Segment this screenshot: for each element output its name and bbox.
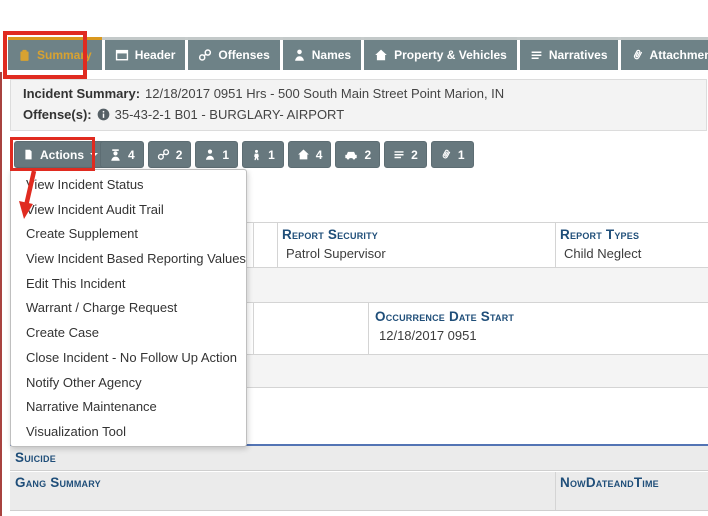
tab-bar: Summary Header Offenses Names Property &… — [8, 37, 708, 70]
tab-attachments[interactable]: Attachments — [621, 37, 708, 70]
report-security-value: Patrol Supervisor — [286, 246, 386, 261]
incident-summary-line: Incident Summary: 12/18/2017 0951 Hrs - … — [23, 86, 504, 101]
narratives-count-badge[interactable]: 2 — [384, 141, 427, 168]
gang-summary-row: Gang Summary NowDateandTime — [10, 472, 708, 511]
offenses-label: Offense(s): — [23, 107, 92, 122]
incident-summary-label: Incident Summary: — [23, 86, 140, 101]
badge-count: 1 — [222, 148, 229, 162]
handcuffs-icon — [157, 148, 170, 161]
actions-button-label: Actions — [40, 148, 84, 162]
cell-divider — [277, 223, 278, 267]
tab-label: Summary — [37, 48, 92, 62]
tab-summary[interactable]: Summary — [8, 37, 102, 70]
tab-label: Names — [312, 48, 351, 62]
actions-dropdown-menu: View Incident Status View Incident Audit… — [10, 169, 247, 447]
cell-divider — [555, 472, 556, 510]
menu-item-edit-this-incident[interactable]: Edit This Incident — [11, 272, 246, 297]
cell-divider — [253, 303, 254, 354]
info-icon[interactable] — [97, 108, 110, 121]
badge-count: 2 — [411, 148, 418, 162]
narrative-lines-icon — [393, 149, 405, 161]
tab-label: Attachments — [650, 48, 708, 62]
menu-item-warrant-charge-request[interactable]: Warrant / Charge Request — [11, 296, 246, 321]
narrative-lines-icon — [530, 49, 543, 62]
menu-item-view-incident-status[interactable]: View Incident Status — [11, 173, 246, 198]
occurrence-date-start-label: Occurrence Date Start — [375, 309, 514, 324]
offenses-value: 35-43-2-1 B01 - BURGLARY- AIRPORT — [115, 107, 345, 122]
menu-item-close-incident-no-follow-up[interactable]: Close Incident - No Follow Up Action — [11, 346, 246, 371]
offenses-count-badge[interactable]: 2 — [148, 141, 192, 168]
caret-down-icon — [90, 153, 98, 157]
report-security-label: Report Security — [282, 227, 378, 242]
names-count-badge[interactable]: 1 — [195, 141, 238, 168]
menu-item-create-supplement[interactable]: Create Supplement — [11, 222, 246, 247]
offenses-line: Offense(s): 35-43-2-1 B01 - BURGLARY- AI… — [23, 107, 344, 122]
tab-property-vehicles[interactable]: Property & Vehicles — [364, 37, 517, 70]
menu-item-narrative-maintenance[interactable]: Narrative Maintenance — [11, 395, 246, 420]
suicide-section-row: Suicide — [10, 446, 708, 471]
tab-label: Offenses — [218, 48, 269, 62]
menu-item-visualization-tool[interactable]: Visualization Tool — [11, 420, 246, 445]
incident-summary-value: 12/18/2017 0951 Hrs - 500 South Main Str… — [145, 86, 504, 101]
person-icon — [293, 48, 306, 62]
badge-count: 1 — [268, 148, 275, 162]
cell-divider — [368, 303, 369, 354]
cell-divider — [555, 223, 556, 267]
pedestrian-count-badge[interactable]: 1 — [242, 141, 284, 168]
incident-summary-panel: Incident Summary: 12/18/2017 0951 Hrs - … — [10, 79, 707, 131]
gang-summary-label: Gang Summary — [15, 475, 101, 490]
cell-divider — [253, 223, 254, 267]
paperclip-icon — [631, 48, 644, 62]
badge-count: 2 — [176, 148, 183, 162]
tab-header[interactable]: Header — [105, 37, 186, 70]
menu-item-create-case[interactable]: Create Case — [11, 321, 246, 346]
paperclip-icon — [440, 148, 452, 161]
now-date-and-time-label: NowDateandTime — [560, 475, 659, 490]
clipboard-icon — [18, 48, 31, 63]
occurrence-date-start-value: 12/18/2017 0951 — [379, 328, 477, 343]
attachments-count-badge[interactable]: 1 — [431, 141, 474, 168]
badge-count: 4 — [316, 148, 323, 162]
officers-count-badge[interactable]: 4 — [100, 141, 144, 168]
car-icon — [344, 148, 358, 161]
badge-count: 4 — [128, 148, 135, 162]
tab-label: Header — [135, 48, 176, 62]
tab-narratives[interactable]: Narratives — [520, 37, 618, 70]
menu-item-view-incident-based-reporting-values[interactable]: View Incident Based Reporting Values — [11, 247, 246, 272]
badge-count: 2 — [364, 148, 371, 162]
person-icon — [204, 148, 216, 161]
officer-icon — [109, 148, 122, 162]
report-types-value: Child Neglect — [564, 246, 641, 261]
handcuffs-icon — [198, 48, 212, 62]
tab-label: Narratives — [549, 48, 608, 62]
vehicles-count-badge[interactable]: 2 — [335, 141, 380, 168]
property-count-badge[interactable]: 4 — [288, 141, 332, 168]
menu-item-view-incident-audit-trail[interactable]: View Incident Audit Trail — [11, 198, 246, 223]
window-icon — [115, 48, 129, 62]
tab-label: Property & Vehicles — [394, 48, 507, 62]
pedestrian-icon — [251, 148, 262, 162]
actions-button[interactable]: Actions — [14, 141, 107, 168]
tab-offenses[interactable]: Offenses — [188, 37, 279, 70]
suicide-label: Suicide — [15, 450, 56, 465]
report-types-label: Report Types — [560, 227, 639, 242]
badge-count: 1 — [458, 148, 465, 162]
property-icon — [297, 148, 310, 161]
tab-names[interactable]: Names — [283, 37, 361, 70]
entity-count-badges: 4 2 1 1 4 2 2 — [100, 141, 474, 168]
document-icon — [23, 148, 34, 161]
menu-item-notify-other-agency[interactable]: Notify Other Agency — [11, 371, 246, 396]
annotation-left-edge-line — [0, 72, 2, 516]
property-icon — [374, 48, 388, 62]
